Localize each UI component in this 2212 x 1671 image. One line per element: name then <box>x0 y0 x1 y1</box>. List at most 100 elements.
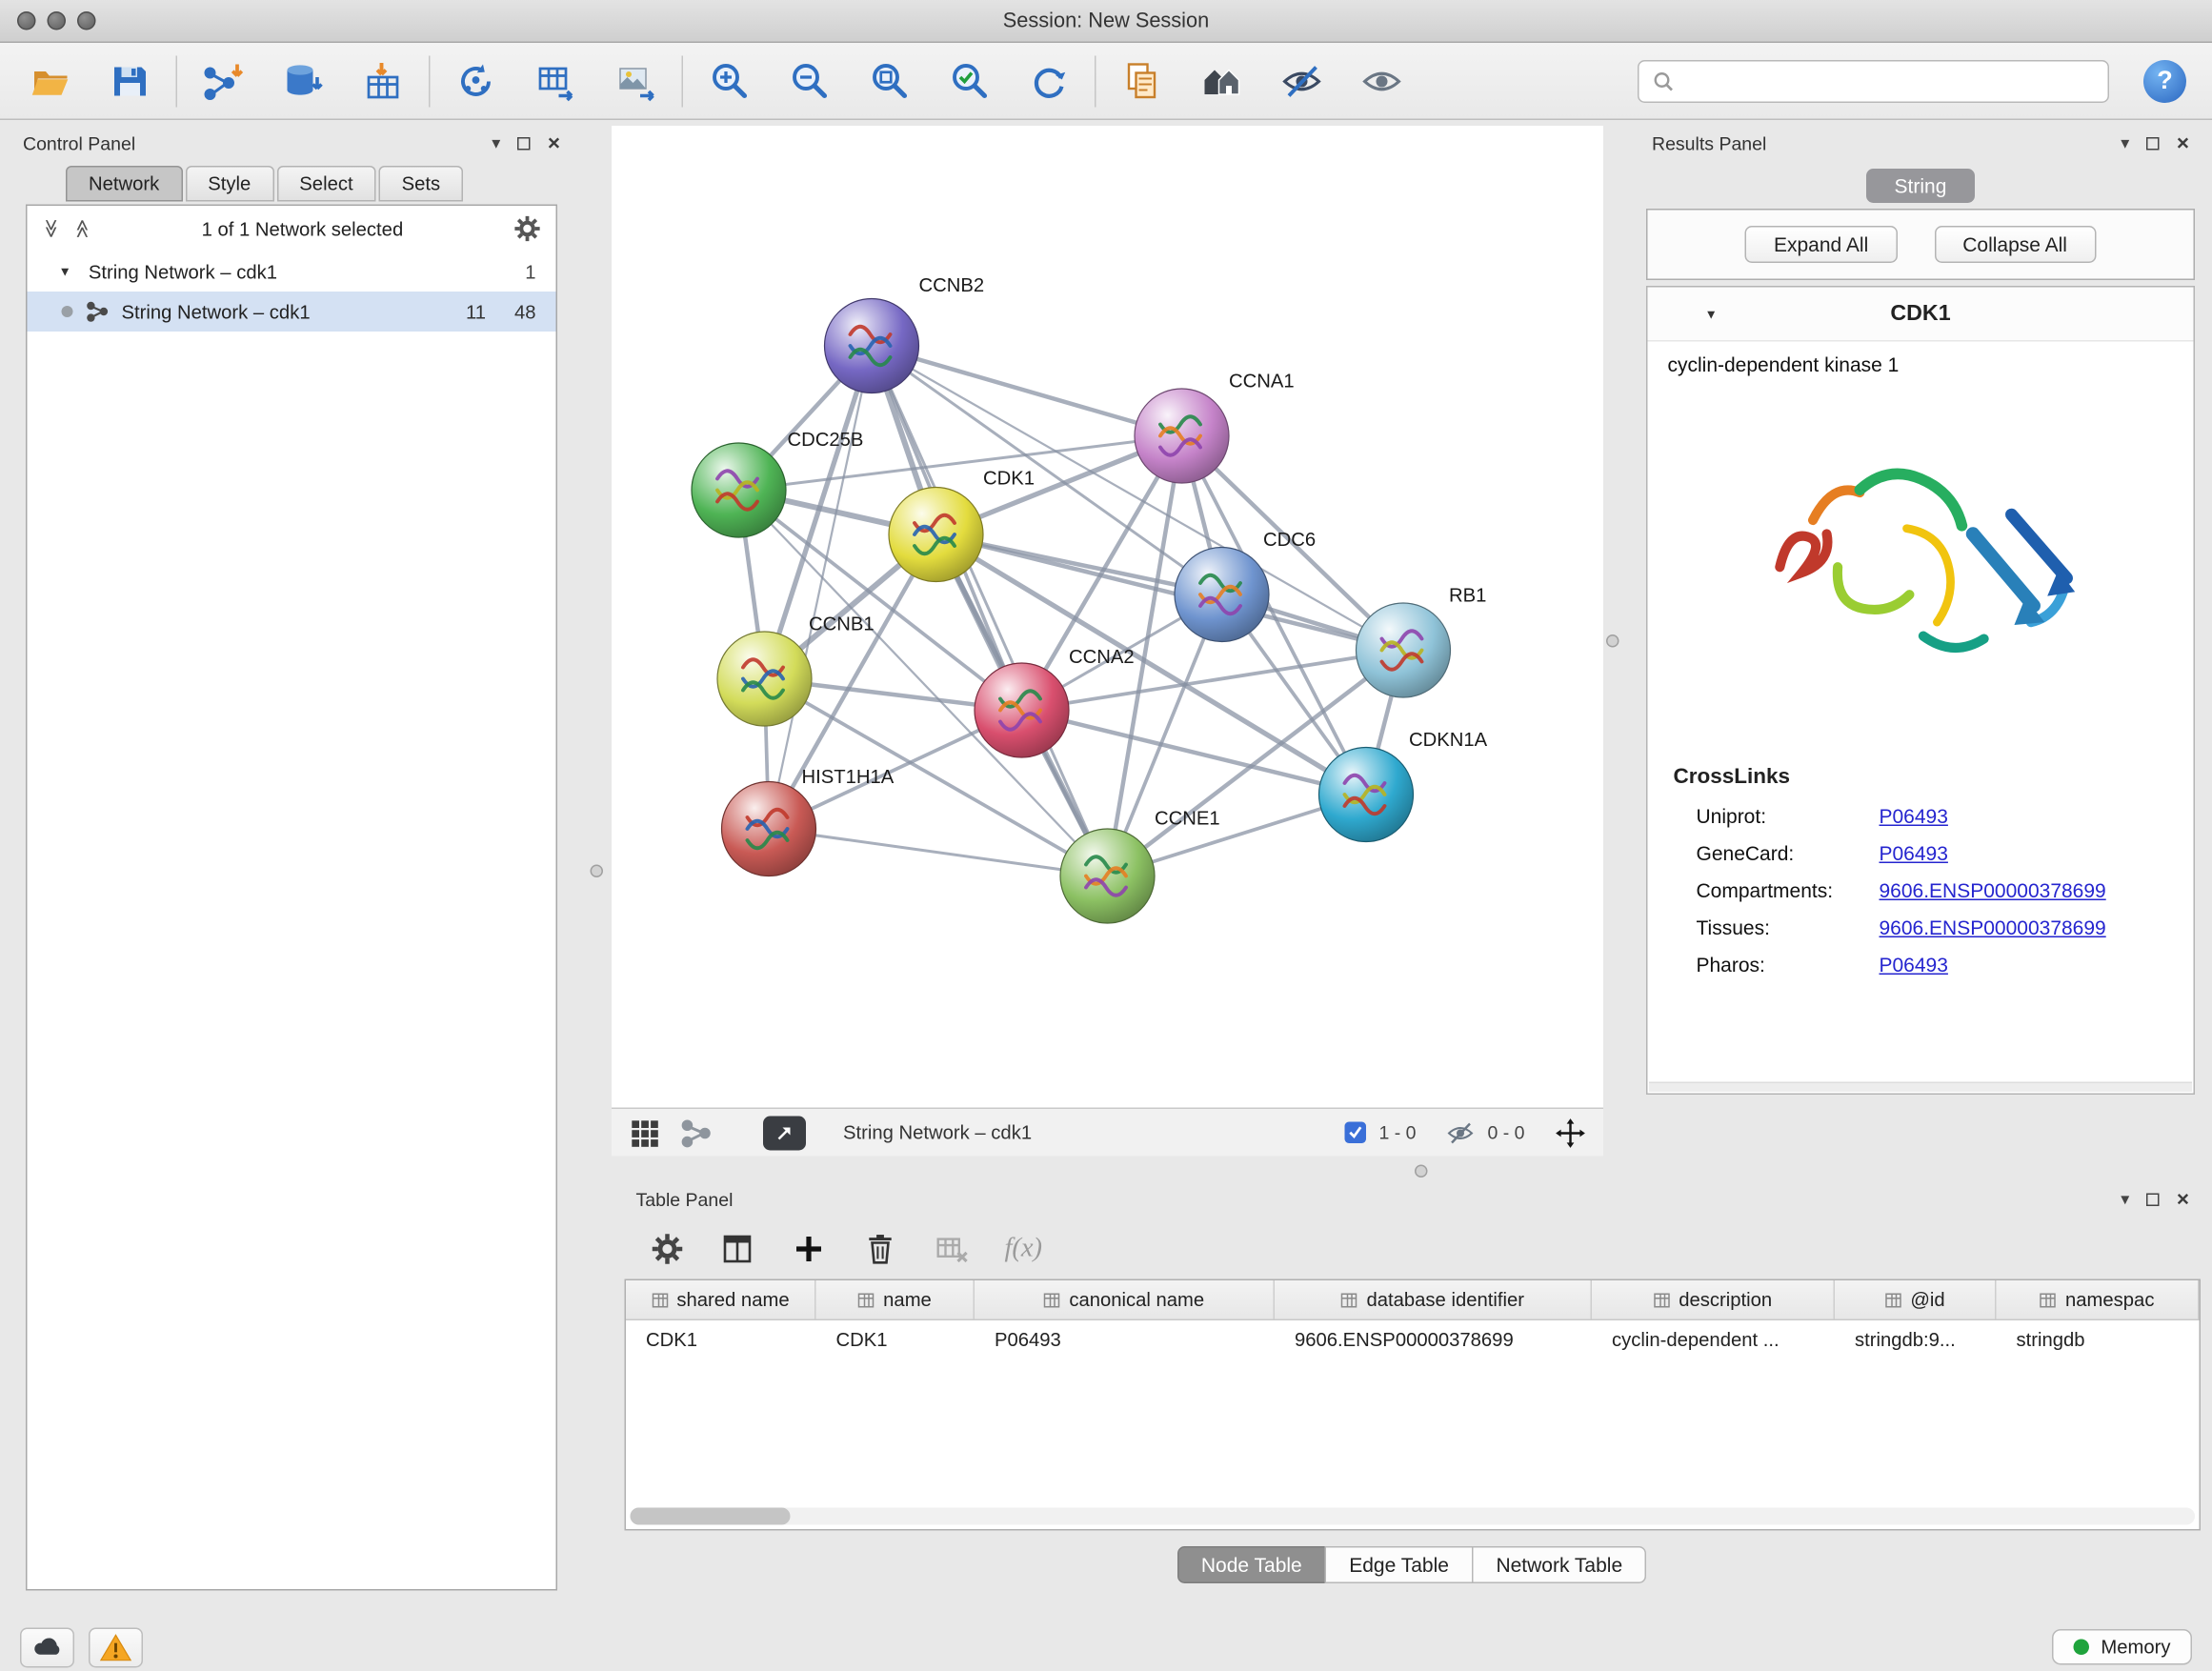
network-node-CDK1[interactable]: CDK1 <box>889 469 1035 582</box>
float-panel-icon[interactable] <box>2146 1193 2160 1206</box>
zoom-out-icon[interactable] <box>785 56 834 105</box>
network-collection-count: 1 <box>525 261 535 283</box>
crosslink-link[interactable]: P06493 <box>1880 954 1948 976</box>
tab-node-table[interactable]: Node Table <box>1176 1546 1326 1583</box>
float-panel-icon[interactable] <box>2146 136 2160 150</box>
copy-document-icon[interactable] <box>1117 56 1166 105</box>
scrollbar-thumb[interactable] <box>631 1508 791 1525</box>
help-button[interactable]: ? <box>2143 59 2186 102</box>
hidden-count: 0 - 0 <box>1487 1122 1524 1144</box>
delete-table-icon[interactable] <box>934 1231 971 1268</box>
zoom-fit-icon[interactable] <box>865 56 914 105</box>
close-window-button[interactable] <box>17 11 36 30</box>
selected-checkbox-icon[interactable] <box>1344 1122 1366 1144</box>
tab-edge-table[interactable]: Edge Table <box>1325 1546 1474 1583</box>
show-columns-icon[interactable] <box>719 1231 756 1268</box>
network-edge[interactable] <box>872 346 1108 876</box>
network-edge[interactable] <box>872 346 1182 436</box>
network-node-CCNB1[interactable]: CCNB1 <box>717 614 875 727</box>
network-list-box: ≫ ≫ 1 of 1 Network selected ▼ String Net… <box>26 205 557 1591</box>
eye-slash-icon[interactable] <box>1277 56 1326 105</box>
panel-menu-icon[interactable]: ▾ <box>2121 134 2129 151</box>
panel-menu-icon[interactable]: ▾ <box>2121 1191 2129 1208</box>
hidden-eye-slash-icon[interactable] <box>1446 1118 1475 1147</box>
column-header[interactable]: description <box>1592 1280 1835 1319</box>
splitter-handle[interactable] <box>1606 634 1619 648</box>
tab-select[interactable]: Select <box>276 166 375 202</box>
add-column-icon[interactable] <box>791 1231 828 1268</box>
home-icon[interactable] <box>1197 56 1246 105</box>
network-canvas[interactable]: CCNB2CCNA1CDC25BCDK1CDC6RB1CCNB1CCNA2CDK… <box>612 126 1603 1108</box>
cloud-button[interactable] <box>20 1627 74 1667</box>
zoom-in-icon[interactable] <box>705 56 754 105</box>
network-edge[interactable] <box>769 346 872 829</box>
delete-column-icon[interactable] <box>862 1231 899 1268</box>
table-row[interactable]: CDK1 CDK1 P06493 9606.ENSP00000378699 cy… <box>626 1320 2200 1359</box>
network-node-CCNB2[interactable]: CCNB2 <box>825 275 985 393</box>
pan-crosshair-icon[interactable] <box>1555 1117 1586 1148</box>
network-edge[interactable] <box>769 829 1108 876</box>
network-overview-icon[interactable] <box>680 1117 712 1148</box>
network-options-gear-icon[interactable] <box>513 214 542 243</box>
minimize-window-button[interactable] <box>48 11 67 30</box>
birds-eye-view-button[interactable] <box>763 1116 806 1150</box>
tab-string[interactable]: String <box>1866 169 1976 203</box>
splitter-handle[interactable] <box>1415 1165 1428 1178</box>
column-header[interactable]: name <box>816 1280 975 1319</box>
collapse-all-button[interactable]: Collapse All <box>1934 226 2096 263</box>
float-panel-icon[interactable] <box>517 136 531 150</box>
eye-icon[interactable] <box>1357 56 1406 105</box>
table-options-gear-icon[interactable] <box>651 1232 685 1266</box>
refresh-network-icon[interactable] <box>1025 56 1074 105</box>
network-node-CDKN1A[interactable]: CDKN1A <box>1319 730 1488 842</box>
expand-all-button[interactable]: Expand All <box>1745 226 1897 263</box>
column-header[interactable]: database identifier <box>1275 1280 1592 1319</box>
zoom-window-button[interactable] <box>77 11 96 30</box>
warnings-button[interactable] <box>89 1627 143 1667</box>
collapse-triangle-icon[interactable]: ▼ <box>59 265 71 279</box>
network-row-selected[interactable]: String Network – cdk1 11 48 <box>28 292 556 332</box>
close-panel-icon[interactable]: × <box>548 132 560 154</box>
import-network-file-icon[interactable] <box>199 56 248 105</box>
open-session-icon[interactable] <box>26 56 74 105</box>
crosslink-label: GeneCard: <box>1697 842 1880 865</box>
splitter-handle[interactable] <box>591 865 604 878</box>
function-builder-icon[interactable]: f(x) <box>1005 1234 1043 1265</box>
expand-all-networks-icon[interactable]: ≫ <box>40 219 63 238</box>
panel-menu-icon[interactable]: ▾ <box>492 134 500 151</box>
export-table-icon[interactable] <box>532 56 580 105</box>
network-node-RB1[interactable]: RB1 <box>1357 586 1487 698</box>
tab-style[interactable]: Style <box>185 166 273 202</box>
crosslink-link[interactable]: P06493 <box>1880 842 1948 865</box>
network-node-HIST1H1A[interactable]: HIST1H1A <box>722 767 895 876</box>
table-horizontal-scrollbar[interactable] <box>631 1508 2196 1525</box>
results-scrollbar[interactable] <box>1649 1082 2192 1093</box>
crosslink-link[interactable]: 9606.ENSP00000378699 <box>1880 916 2106 939</box>
collapse-all-networks-icon[interactable]: ≫ <box>70 219 93 238</box>
network-collection-row[interactable]: ▼ String Network – cdk1 1 <box>28 252 556 292</box>
tab-network-table[interactable]: Network Table <box>1472 1546 1647 1583</box>
close-panel-icon[interactable]: × <box>2177 132 2189 154</box>
zoom-selected-icon[interactable] <box>945 56 994 105</box>
export-image-icon[interactable] <box>612 56 660 105</box>
column-header[interactable]: canonical name <box>975 1280 1275 1319</box>
import-network-database-icon[interactable] <box>279 56 328 105</box>
close-panel-icon[interactable]: × <box>2177 1188 2189 1210</box>
table-tabs: Node Table Edge Table Network Table <box>625 1546 2202 1583</box>
column-header[interactable]: shared name <box>626 1280 816 1319</box>
grid-view-icon[interactable] <box>629 1117 660 1148</box>
save-session-icon[interactable] <box>106 56 154 105</box>
collapse-section-icon[interactable]: ▼ <box>1705 308 1718 322</box>
tab-sets[interactable]: Sets <box>379 166 464 202</box>
tab-network[interactable]: Network <box>66 166 182 202</box>
column-header[interactable]: namespac <box>1997 1280 2200 1319</box>
network-node-CCNA1[interactable]: CCNA1 <box>1135 372 1295 483</box>
memory-button[interactable]: Memory <box>2052 1629 2192 1665</box>
import-table-icon[interactable] <box>359 56 408 105</box>
column-header[interactable]: @id <box>1835 1280 1997 1319</box>
network-edge[interactable] <box>936 534 1404 651</box>
new-network-icon[interactable] <box>452 56 500 105</box>
search-input[interactable] <box>1685 70 2096 92</box>
crosslink-link[interactable]: 9606.ENSP00000378699 <box>1880 879 2106 902</box>
crosslink-link[interactable]: P06493 <box>1880 805 1948 828</box>
